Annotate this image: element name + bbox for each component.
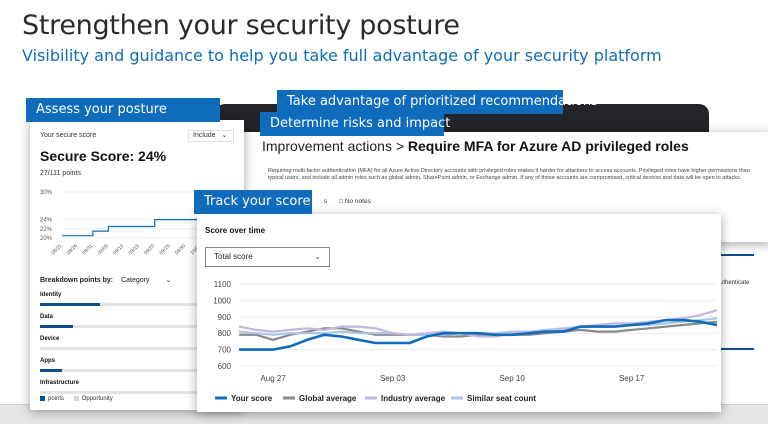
x-tick-label: Sep 10 xyxy=(499,374,525,383)
y-tick-label: 30% xyxy=(40,190,53,196)
legend-label: Your score xyxy=(231,394,273,403)
opportunity-swatch xyxy=(73,396,79,401)
y-tick-label: 800 xyxy=(218,329,232,338)
improvement-action-name: Require MFA for Azure AD privileged role… xyxy=(407,138,689,154)
x-tick-label: 09/25 xyxy=(159,243,172,256)
category-label: Data xyxy=(40,314,54,320)
breakdown-selector[interactable]: Breakdown points by: Category ⌄ xyxy=(40,276,171,284)
include-dropdown[interactable]: Include ⌄ xyxy=(188,130,234,142)
x-tick-label: 09/15 xyxy=(128,243,141,256)
x-tick-label: Aug 27 xyxy=(260,374,286,383)
legend-label: Industry average xyxy=(381,394,446,403)
y-tick-label: 700 xyxy=(218,346,232,355)
y-tick-label: 900 xyxy=(218,313,232,322)
legend-label: Global average xyxy=(299,394,357,403)
mini-legend: points Opportunity xyxy=(40,396,113,402)
improvement-title: Improvement actions > Require MFA for Az… xyxy=(262,138,689,154)
notes-label: No notes xyxy=(344,198,371,205)
tag-track-score: Track your score xyxy=(194,190,312,214)
y-tick-label: 1000 xyxy=(213,296,231,305)
points-swatch xyxy=(40,396,45,401)
category-label: Apps xyxy=(40,358,55,364)
category-label: Device xyxy=(40,336,60,342)
legend-points: points xyxy=(48,396,65,403)
x-tick-label: 08/21 xyxy=(50,243,63,256)
category-bar-fill xyxy=(40,369,63,372)
secure-score-label: Your secure score xyxy=(40,132,97,139)
tag-prioritized-recommendations: Take advantage of prioritized recommenda… xyxy=(277,90,598,114)
category-label: Infrastructure xyxy=(40,380,80,386)
breakdown-value: Category xyxy=(121,277,150,284)
page-title: Strengthen your security posture xyxy=(22,10,460,41)
tag-assess-posture: Assess your posture xyxy=(26,98,220,122)
improvement-breadcrumb[interactable]: Improvement actions > xyxy=(262,138,408,154)
score-type-value: Total score xyxy=(214,252,253,261)
legend-label: Similar seat count xyxy=(467,394,536,403)
category-bar-fill xyxy=(40,325,74,328)
x-tick-label: 09/05 xyxy=(97,243,110,256)
x-tick-label: 09/20 xyxy=(143,243,156,256)
breakdown-label: Breakdown points by: xyxy=(40,277,114,284)
y-tick-label: 24% xyxy=(40,218,53,224)
x-tick-label: 09/10 xyxy=(112,243,125,256)
x-tick-label: 09/30 xyxy=(174,243,187,256)
score-type-dropdown[interactable]: Total score ⌄ xyxy=(205,247,330,267)
score-over-time-title: Score over time xyxy=(205,226,266,235)
category-label: Identity xyxy=(40,292,62,298)
notes-prefix: s xyxy=(324,198,328,205)
x-tick-label: 08/26 xyxy=(66,243,79,256)
side-text: uthenticate xyxy=(720,280,750,286)
notes-icon: □ xyxy=(339,198,343,205)
secure-score-value: Secure Score: 24% xyxy=(40,148,167,164)
y-tick-label: 600 xyxy=(218,362,232,371)
chevron-down-icon: ⌄ xyxy=(221,132,228,139)
page-subtitle: Visibility and guidance to help you take… xyxy=(22,46,662,65)
y-tick-label: 20% xyxy=(40,236,53,242)
x-tick-label: 08/31 xyxy=(81,243,94,256)
legend-opportunity: Opportunity xyxy=(81,396,113,403)
improvement-description: Requiring multi-factor authentication (M… xyxy=(268,168,750,181)
track-score-panel: Score over time Total score ⌄ 600 700 800 9… xyxy=(197,214,721,412)
tag-determine-risks: Determine risks and impact xyxy=(260,112,450,136)
chevron-down-icon: ⌄ xyxy=(314,252,321,261)
points-label: 27/111 points xyxy=(40,170,81,177)
x-tick-label: Sep 03 xyxy=(380,374,406,383)
y-tick-label: 22% xyxy=(40,227,53,233)
include-dropdown-label: Include xyxy=(193,132,216,139)
chevron-down-icon: ⌄ xyxy=(165,277,172,284)
category-bar-fill xyxy=(40,303,100,306)
notes-link[interactable]: s □ No notes xyxy=(324,198,371,205)
y-tick-label: 1100 xyxy=(214,280,232,289)
x-tick-label: Sep 17 xyxy=(619,374,645,383)
score-over-time-chart: 600 700 800 900 1000 1100 Aug 27 Sep 03 Sep 10 Se… xyxy=(213,280,718,403)
